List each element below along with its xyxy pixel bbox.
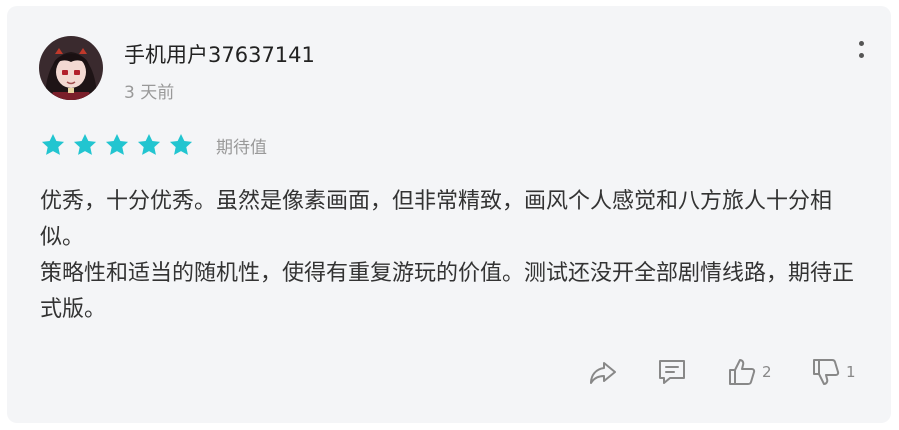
dislike-count: 1 (846, 363, 856, 381)
star-icon (72, 132, 98, 158)
star-rating: 期待值 (40, 130, 267, 160)
review-paragraph: 策略性和适当的随机性，使得有重复游玩的价值。测试还没开全部剧情线路，期待正式版。 (40, 261, 855, 322)
share-icon (587, 356, 619, 388)
avatar[interactable] (39, 36, 103, 100)
star-icon (40, 132, 66, 158)
review-card: 手机用户37637141 3 天前 期待值 优秀，十分优秀。虽然是像素画面，但非… (7, 6, 891, 423)
username[interactable]: 手机用户37637141 (124, 39, 315, 69)
dislike-button[interactable]: 1 (810, 355, 856, 389)
thumbs-down-icon (810, 356, 842, 388)
comment-button[interactable] (656, 355, 688, 389)
star-icon (104, 132, 130, 158)
star-icon (168, 132, 194, 158)
more-dot (859, 53, 864, 58)
thumbs-up-icon (726, 356, 758, 388)
more-dot (859, 41, 864, 46)
like-button[interactable]: 2 (726, 355, 772, 389)
star-icon (136, 132, 162, 158)
rating-tag: 期待值 (216, 137, 267, 158)
review-body: 优秀，十分优秀。虽然是像素画面，但非常精致，画风个人感觉和八方旅人十分相似。 策… (40, 184, 865, 328)
comment-icon (656, 356, 688, 388)
share-button[interactable] (587, 355, 619, 389)
like-count: 2 (762, 363, 772, 381)
more-icon[interactable] (853, 39, 871, 73)
post-time: 3 天前 (124, 83, 175, 103)
review-paragraph: 优秀，十分优秀。虽然是像素画面，但非常精致，画风个人感觉和八方旅人十分相似。 (40, 189, 833, 250)
